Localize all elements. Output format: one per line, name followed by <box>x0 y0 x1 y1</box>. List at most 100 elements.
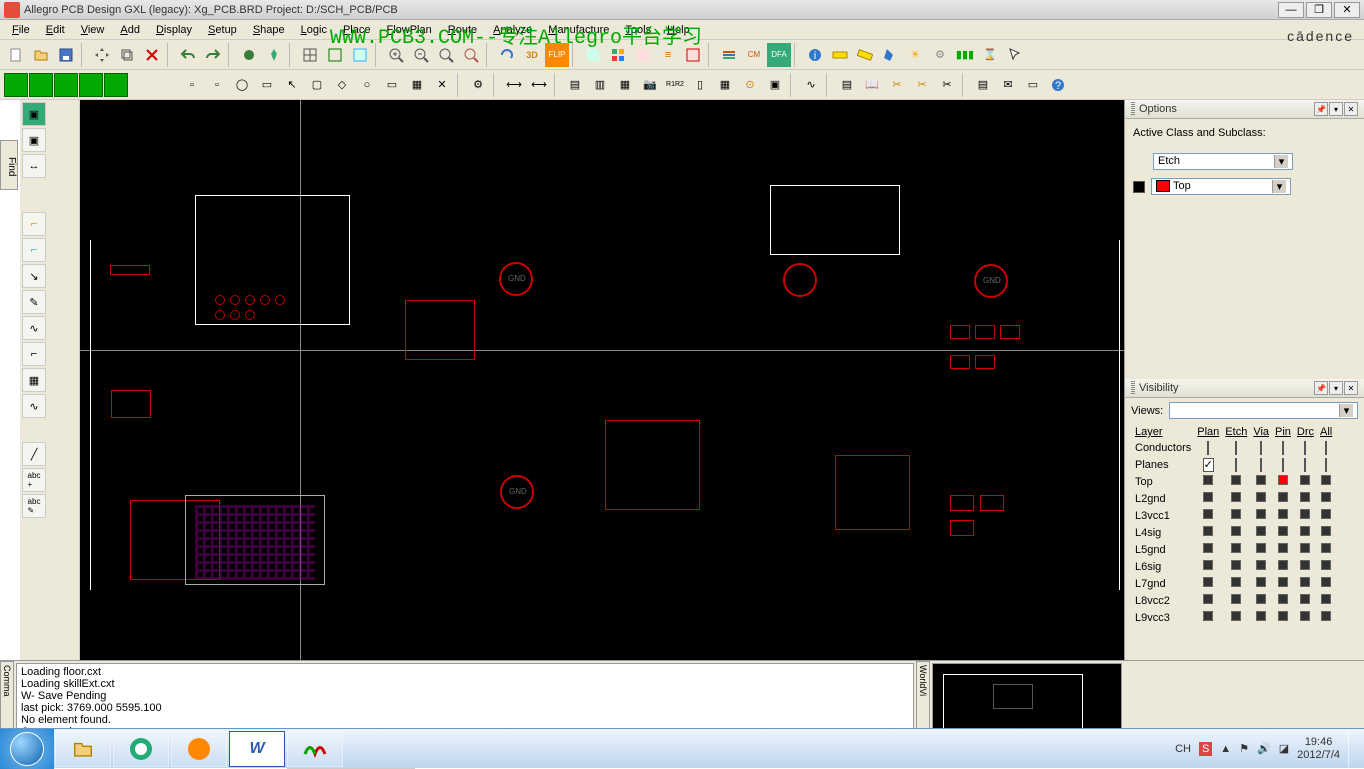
layer-vis-check[interactable] <box>1231 560 1241 570</box>
layer-vis-check[interactable] <box>1231 543 1241 553</box>
vis-check[interactable] <box>1282 441 1284 455</box>
layer-vis-check[interactable] <box>1231 509 1241 519</box>
layer-vis-check[interactable] <box>1321 509 1331 519</box>
tool-wave-icon[interactable]: ∿ <box>22 316 46 340</box>
tray-volume-icon[interactable]: 🔊 <box>1257 742 1271 755</box>
close-button[interactable]: ✕ <box>1334 2 1360 18</box>
layer-vis-check[interactable] <box>1278 594 1288 604</box>
layer-vis-check[interactable] <box>1203 577 1213 587</box>
shape5-icon[interactable]: ✕ <box>430 73 454 97</box>
gear-icon[interactable]: ⚙ <box>928 43 952 67</box>
delete-icon[interactable] <box>140 43 164 67</box>
col-pin[interactable]: Pin <box>1273 425 1293 439</box>
subclass-check[interactable] <box>1133 181 1145 193</box>
xsec-icon[interactable] <box>717 43 741 67</box>
col-via[interactable]: Via <box>1251 425 1271 439</box>
pin-icon[interactable]: 📌 <box>1314 102 1328 116</box>
ruler-icon[interactable] <box>828 43 852 67</box>
poly-icon[interactable]: ▢ <box>305 73 329 97</box>
tray-flag-icon[interactable]: ⚑ <box>1239 742 1249 755</box>
rep1-icon[interactable]: ▤ <box>835 73 859 97</box>
layer-vis-check[interactable] <box>1300 560 1310 570</box>
layer-vis-check[interactable] <box>1256 577 1266 587</box>
layer-vis-check[interactable] <box>1321 577 1331 587</box>
gear2-icon[interactable]: ⚙ <box>466 73 490 97</box>
col-etch[interactable]: Etch <box>1223 425 1249 439</box>
tool-route-icon[interactable]: ⌐ <box>22 212 46 236</box>
marker-icon[interactable] <box>237 43 261 67</box>
bars-icon[interactable]: ▮▮▮ <box>953 43 977 67</box>
shape2-icon[interactable]: ○ <box>355 73 379 97</box>
cut3-icon[interactable]: ✂ <box>935 73 959 97</box>
tool-grid-icon[interactable]: ▦ <box>22 368 46 392</box>
undo-icon[interactable] <box>176 43 200 67</box>
conn-icon[interactable]: ▦ <box>713 73 737 97</box>
rep2-icon[interactable]: 📖 <box>860 73 884 97</box>
layer-vis-check[interactable] <box>1278 492 1288 502</box>
vis-check[interactable] <box>1304 458 1306 472</box>
class-combo[interactable]: Etch▾ <box>1153 153 1293 170</box>
layer-vis-check[interactable] <box>1231 526 1241 536</box>
comp1-icon[interactable]: ▤ <box>563 73 587 97</box>
layer-vis-check[interactable] <box>1321 611 1331 621</box>
layer-vis-check[interactable] <box>1321 475 1331 485</box>
layer-vis-check[interactable] <box>1300 509 1310 519</box>
layer-vis-check[interactable] <box>1300 594 1310 604</box>
layer-vis-check[interactable] <box>1203 475 1213 485</box>
mode3-button[interactable] <box>54 73 78 97</box>
select-icon[interactable]: ↖ <box>280 73 304 97</box>
tool-edit-icon[interactable]: ✎ <box>22 290 46 314</box>
help-icon[interactable]: ? <box>1046 73 1070 97</box>
layer-vis-check[interactable] <box>1300 492 1310 502</box>
tool-line-icon[interactable]: ╱ <box>22 442 46 466</box>
pin-icon[interactable]: 📌 <box>1314 381 1328 395</box>
tool-route2-icon[interactable]: ⌐ <box>22 238 46 262</box>
mode4-button[interactable] <box>79 73 103 97</box>
pin-icon[interactable] <box>262 43 286 67</box>
cut2-icon[interactable]: ✂ <box>910 73 934 97</box>
layer-vis-check[interactable] <box>1256 492 1266 502</box>
chip-icon[interactable]: ▣ <box>763 73 787 97</box>
tool-chip-icon[interactable]: ▣ <box>22 102 46 126</box>
via2-icon[interactable]: ⊙ <box>738 73 762 97</box>
layer-vis-check[interactable] <box>1256 526 1266 536</box>
layer-vis-check[interactable] <box>1321 526 1331 536</box>
layer-vis-check[interactable] <box>1321 492 1331 502</box>
vis-check[interactable] <box>1325 458 1327 472</box>
layer-vis-check[interactable] <box>1278 560 1288 570</box>
open-icon[interactable] <box>29 43 53 67</box>
taskbar-word[interactable]: W <box>229 731 285 767</box>
visibility-panel-header[interactable]: Visibility 📌 ▾ ✕ <box>1125 379 1364 398</box>
vis-check[interactable] <box>1235 458 1237 472</box>
res-icon[interactable]: R1R2 <box>663 73 687 97</box>
vis-check[interactable] <box>1207 441 1209 455</box>
camera-icon[interactable]: 📷 <box>638 73 662 97</box>
layer-vis-check[interactable] <box>1203 543 1213 553</box>
menu-file[interactable]: File <box>4 22 38 38</box>
dfa-icon[interactable]: DFA <box>767 43 791 67</box>
mode1-button[interactable] <box>4 73 28 97</box>
layer-vis-check[interactable] <box>1321 543 1331 553</box>
layer-vis-check[interactable] <box>1231 577 1241 587</box>
shape3-icon[interactable]: ▭ <box>380 73 404 97</box>
collapse-icon[interactable]: ▾ <box>1329 381 1343 395</box>
timer-icon[interactable]: ⌛ <box>978 43 1002 67</box>
comp3-icon[interactable]: ▦ <box>613 73 637 97</box>
taskbar-browser[interactable] <box>113 731 169 767</box>
tray-clock[interactable]: 19:46 2012/7/4 <box>1297 736 1340 762</box>
layer-vis-check[interactable] <box>1278 526 1288 536</box>
redo-icon[interactable] <box>201 43 225 67</box>
tool-wave2-icon[interactable]: ∿ <box>22 394 46 418</box>
mode2-button[interactable] <box>29 73 53 97</box>
maximize-button[interactable]: ❐ <box>1306 2 1332 18</box>
layer-vis-check[interactable] <box>1278 611 1288 621</box>
menu-shape[interactable]: Shape <box>245 22 293 38</box>
info-icon[interactable]: i <box>803 43 827 67</box>
tool-move-icon[interactable]: ↔ <box>22 154 46 178</box>
layer-vis-check[interactable] <box>1256 611 1266 621</box>
vis-check[interactable] <box>1235 441 1237 455</box>
layer-vis-check[interactable] <box>1256 594 1266 604</box>
grid1-icon[interactable] <box>298 43 322 67</box>
menu-add[interactable]: Add <box>112 22 148 38</box>
tool-slide-icon[interactable]: ↘ <box>22 264 46 288</box>
